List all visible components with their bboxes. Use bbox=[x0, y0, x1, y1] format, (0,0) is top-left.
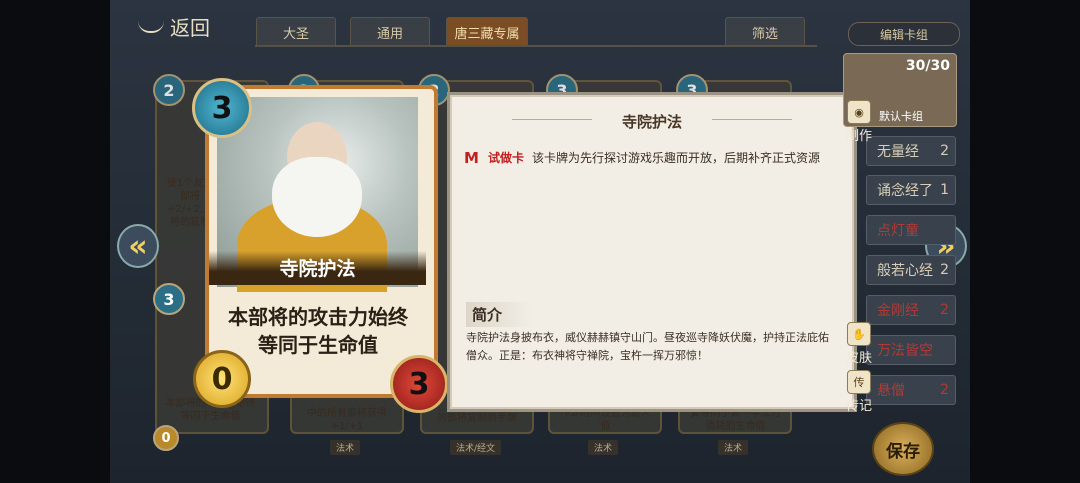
card-name: 寺院护法 bbox=[209, 251, 426, 285]
deck-list-item[interactable]: 无量经 2 bbox=[866, 136, 956, 166]
biography-label: 传记 bbox=[846, 399, 873, 414]
skin-label: 皮肤 bbox=[846, 351, 873, 366]
item-count: 2 bbox=[940, 262, 949, 278]
save-button[interactable]: 保存 bbox=[872, 422, 934, 476]
card-type: 法术 bbox=[588, 440, 619, 455]
deck-list-item[interactable]: 悬僧 2 bbox=[866, 375, 956, 405]
card-text: 中的所有部将获得+1/+1 bbox=[307, 408, 387, 432]
card-type: 法术/经文 bbox=[450, 440, 502, 455]
left-letterbox bbox=[0, 0, 110, 483]
deck-count: 30/30 bbox=[905, 58, 950, 74]
tab-underline bbox=[255, 45, 817, 47]
card-text: 复等同于其一半法力消耗的生命值 bbox=[690, 408, 781, 432]
deck-name: 默认卡组 bbox=[879, 110, 923, 123]
trial-card-note: 试做卡 该卡牌为先行探讨游戏乐趣而开放，后期补齐正式资源 bbox=[488, 149, 838, 167]
back-label: 返回 bbox=[170, 16, 210, 40]
scroll-icon: ◉ bbox=[847, 100, 871, 124]
item-name: 点灯童 bbox=[877, 223, 919, 239]
item-name: 金刚经 bbox=[877, 303, 919, 319]
info-title: 寺院护法 bbox=[621, 113, 682, 131]
tab-general[interactable]: 通用 bbox=[350, 17, 430, 47]
card-cost-badge: 3 bbox=[192, 78, 252, 138]
tab-dasheng[interactable]: 大圣 bbox=[256, 17, 336, 47]
biography-icon: 传 bbox=[847, 370, 871, 394]
intro-text: 寺院护法身披布衣，威仪赫赫镇守山门。昼夜巡寺降妖伏魔，护持正法庇佑僧众。正是：布… bbox=[466, 331, 829, 362]
skin-button[interactable]: ✋ 皮肤 bbox=[846, 322, 872, 366]
card-attack: 0 bbox=[153, 425, 179, 451]
card-effect-text: 本部将的攻击力始终等同于生命值 bbox=[228, 305, 408, 357]
art-beard bbox=[272, 157, 362, 237]
card-type: 法术 bbox=[330, 440, 361, 455]
prev-page-arrow-icon[interactable]: « bbox=[117, 224, 159, 268]
card-cost: 2 bbox=[153, 74, 185, 106]
item-name: 万法皆空 bbox=[877, 343, 933, 359]
intro-heading: 简介 bbox=[466, 302, 533, 327]
item-count: 2 bbox=[940, 382, 949, 398]
card-text: 冷却时间设置为最大值 bbox=[560, 408, 651, 432]
card-attack-badge: 0 bbox=[193, 350, 251, 408]
trial-card-tag: 试做卡 bbox=[488, 151, 525, 165]
back-button[interactable]: 返回 bbox=[138, 12, 210, 41]
item-name: 无量经 bbox=[877, 144, 919, 160]
deck-list-item[interactable]: 般若心经 2 bbox=[866, 255, 956, 285]
item-count: 1 bbox=[940, 182, 949, 198]
tab-tangsanzang[interactable]: 唐三藏专属 bbox=[446, 17, 528, 47]
deck-list-item[interactable]: 点灯童 bbox=[866, 215, 956, 245]
card-info-panel: 寺院护法 M 试做卡 该卡牌为先行探讨游戏乐趣而开放，后期补齐正式资源 简介 寺院… bbox=[450, 95, 854, 409]
card-type: 法术 bbox=[718, 440, 749, 455]
filter-button[interactable]: 筛选 bbox=[725, 17, 805, 47]
hand-icon: ✋ bbox=[847, 322, 871, 346]
deck-list-item[interactable]: 万法皆空 bbox=[866, 335, 956, 365]
trial-card-text: 该卡牌为先行探讨游戏乐趣而开放，后期补齐正式资源 bbox=[532, 151, 821, 165]
item-count: 2 bbox=[940, 302, 949, 318]
back-swirl-icon bbox=[138, 21, 164, 33]
item-name: 悬僧 bbox=[877, 383, 905, 399]
trial-card-icon: M bbox=[464, 149, 479, 167]
item-count: 2 bbox=[940, 143, 949, 159]
item-name: 诵念经了 bbox=[877, 183, 933, 199]
card-text: 的部将复制到手牌 bbox=[437, 413, 517, 424]
right-letterbox bbox=[970, 0, 1080, 483]
biography-button[interactable]: 传 传记 bbox=[846, 370, 872, 414]
craft-button[interactable]: ◉ 制作 bbox=[846, 100, 872, 144]
deck-list-item[interactable]: 诵念经了 1 bbox=[866, 175, 956, 205]
item-name: 般若心经 bbox=[877, 263, 933, 279]
craft-label: 制作 bbox=[846, 129, 873, 144]
card-health-badge: 3 bbox=[390, 355, 448, 413]
card-cost: 3 bbox=[153, 283, 185, 315]
edit-deck-button[interactable]: 编辑卡组 bbox=[848, 22, 960, 46]
deck-list-item[interactable]: 金刚经 2 bbox=[866, 295, 956, 325]
